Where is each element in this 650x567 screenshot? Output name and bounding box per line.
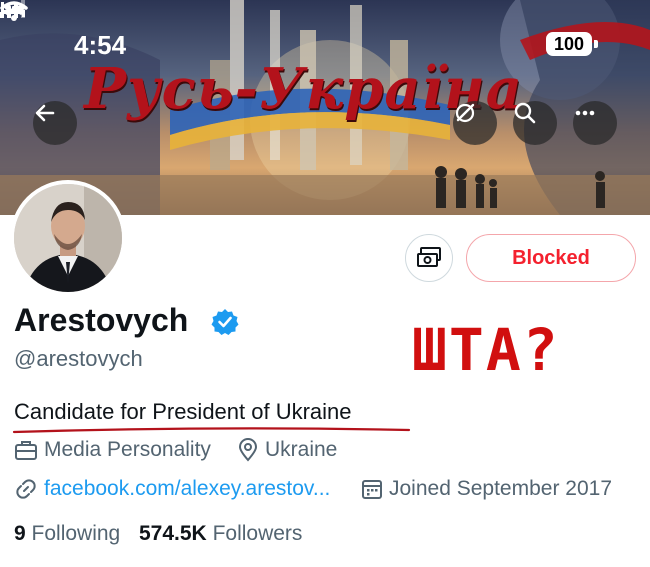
wifi-icon bbox=[0, 1, 28, 21]
more-options-button[interactable] bbox=[573, 101, 617, 145]
profile-website[interactable]: facebook.com/alexey.arestov... bbox=[14, 477, 330, 501]
profile-location: Ukraine bbox=[237, 438, 337, 462]
money-icon bbox=[417, 247, 441, 267]
avatar-photo bbox=[14, 184, 122, 292]
back-arrow-icon bbox=[35, 104, 55, 122]
following-count: 9 bbox=[14, 522, 26, 545]
more-dots-icon bbox=[575, 110, 595, 116]
profile-banner[interactable]: 4:54 100 Русь-Україна bbox=[0, 0, 650, 215]
category-label: Media Personality bbox=[44, 438, 211, 461]
handle: @arestovych bbox=[14, 346, 143, 371]
profile-category: Media Personality bbox=[14, 438, 211, 462]
profile-avatar[interactable] bbox=[10, 180, 126, 296]
grok-button[interactable] bbox=[453, 101, 497, 145]
bio-underline-annotation bbox=[12, 427, 411, 434]
following-link[interactable]: 9 Following bbox=[14, 522, 120, 546]
profile-bio: Candidate for President of Ukraine bbox=[14, 399, 352, 424]
location-pin-icon bbox=[238, 438, 258, 462]
calendar-icon bbox=[362, 480, 382, 499]
overlay-annotation: ШТА? bbox=[412, 316, 560, 384]
location-label: Ukraine bbox=[265, 438, 338, 461]
followers-count: 574.5K bbox=[139, 522, 207, 545]
search-button[interactable] bbox=[513, 101, 557, 145]
back-button[interactable] bbox=[33, 101, 77, 145]
verified-badge-icon[interactable] bbox=[211, 308, 239, 336]
battery-indicator: 100 bbox=[546, 32, 598, 56]
search-icon bbox=[514, 102, 536, 124]
display-name: Arestovych bbox=[14, 302, 189, 338]
joined-label: Joined September 2017 bbox=[389, 477, 612, 500]
website-link[interactable]: facebook.com/alexey.arestov... bbox=[44, 477, 330, 501]
following-label: Following bbox=[31, 522, 121, 545]
briefcase-icon bbox=[15, 441, 37, 460]
blocked-button[interactable]: Blocked bbox=[466, 234, 636, 282]
link-icon bbox=[16, 479, 36, 499]
grok-icon bbox=[455, 103, 475, 123]
tips-button[interactable] bbox=[405, 234, 453, 282]
profile-joined: Joined September 2017 bbox=[361, 477, 612, 501]
followers-label: Followers bbox=[212, 522, 303, 545]
followers-link[interactable]: 574.5K Followers bbox=[139, 522, 302, 546]
